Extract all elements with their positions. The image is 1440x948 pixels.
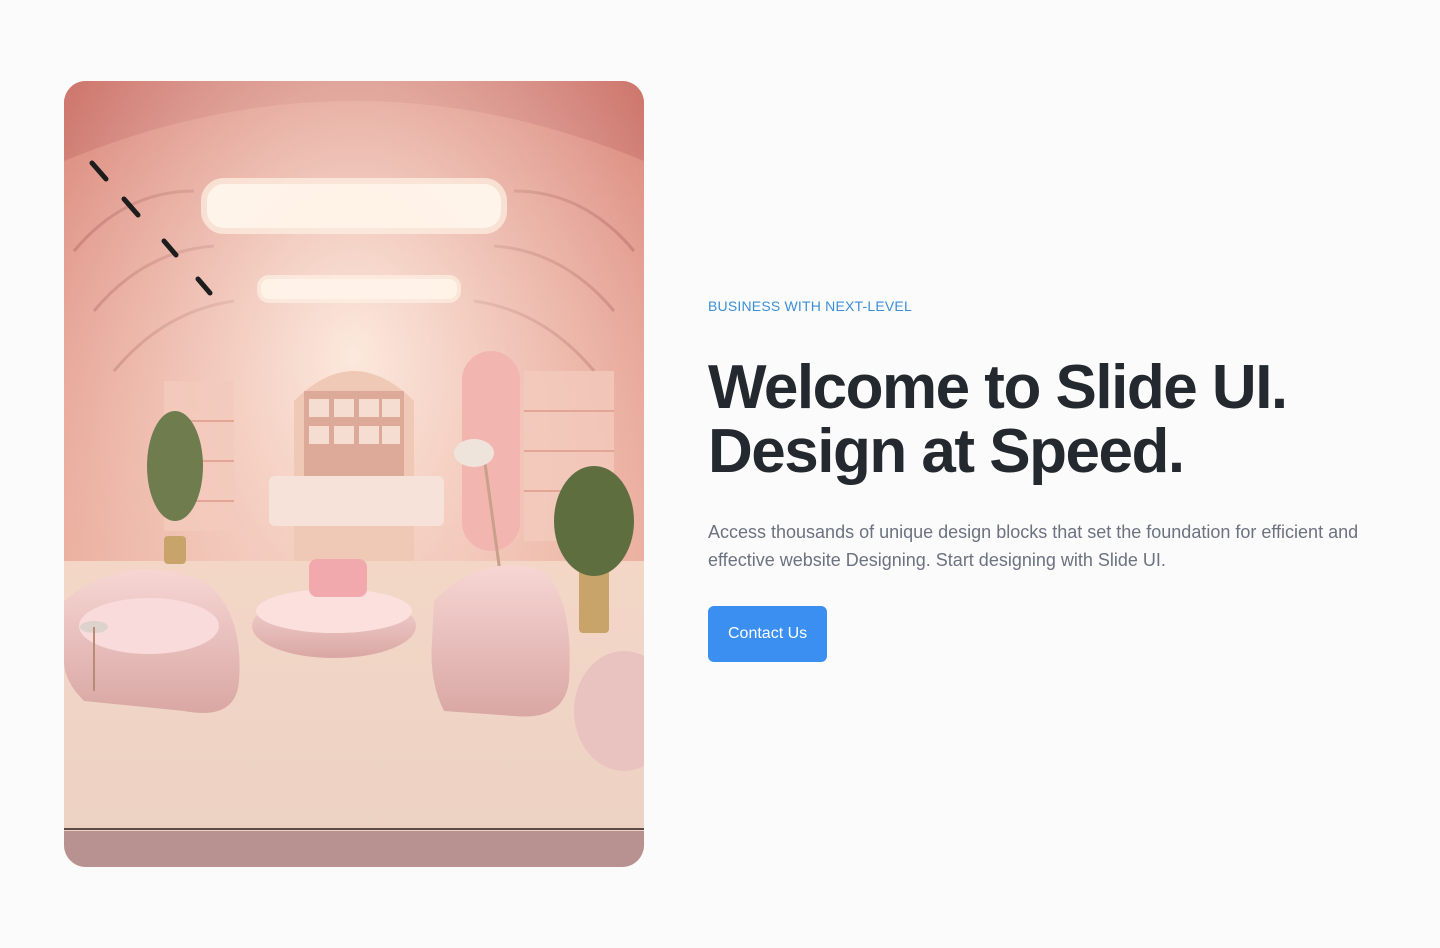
hero-description: Access thousands of unique design blocks…: [708, 522, 1359, 570]
page-title: Welcome to Slide UI. Design at Speed.: [708, 356, 1398, 484]
hero-section: BUSINESS WITH NEXT-LEVEL Welcome to Slid…: [0, 0, 1440, 948]
interior-illustration: [64, 81, 644, 867]
hero-image: [64, 81, 644, 867]
contact-us-button[interactable]: Contact Us: [708, 606, 828, 662]
headline-line-1: Welcome to Slide UI.: [708, 353, 1288, 422]
eyebrow-label: BUSINESS WITH NEXT-LEVEL: [708, 298, 912, 314]
hero-content: BUSINESS WITH NEXT-LEVEL Welcome to Slid…: [708, 296, 1398, 662]
headline-line-2: Design at Speed.: [708, 417, 1185, 486]
